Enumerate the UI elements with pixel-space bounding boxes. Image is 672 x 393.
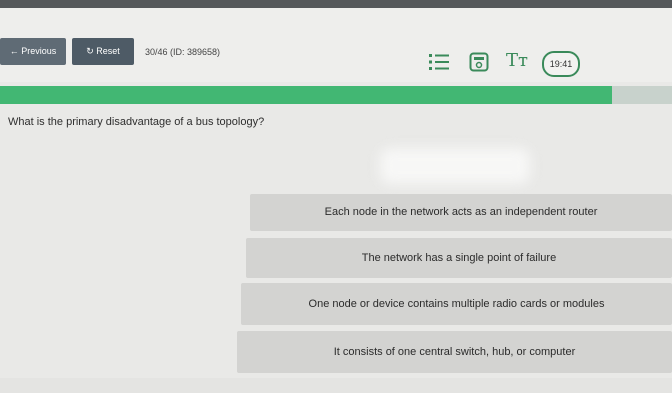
previous-button[interactable]: ← Previous bbox=[0, 38, 66, 65]
answer-choice-1[interactable]: Each node in the network acts as an inde… bbox=[250, 194, 672, 231]
calculator-icon[interactable] bbox=[469, 52, 489, 72]
question-counter: 30/46 (ID: 389658) bbox=[145, 47, 221, 57]
font-size-icon[interactable]: Tт bbox=[506, 50, 536, 72]
list-icon[interactable] bbox=[428, 52, 450, 72]
window-top-edge bbox=[0, 0, 672, 8]
bottom-strip bbox=[0, 378, 672, 393]
progress-bar bbox=[0, 86, 672, 104]
screen-glare bbox=[380, 148, 530, 184]
answer-choice-4[interactable]: It consists of one central switch, hub, … bbox=[237, 331, 672, 373]
answer-choice-3[interactable]: One node or device contains multiple rad… bbox=[241, 283, 672, 325]
timer: 19:41 bbox=[542, 51, 580, 77]
progress-fill bbox=[0, 86, 612, 104]
reset-button[interactable]: ↻ Reset bbox=[72, 38, 134, 65]
answer-choice-2[interactable]: The network has a single point of failur… bbox=[246, 238, 672, 278]
question-text: What is the primary disadvantage of a bu… bbox=[8, 116, 265, 128]
